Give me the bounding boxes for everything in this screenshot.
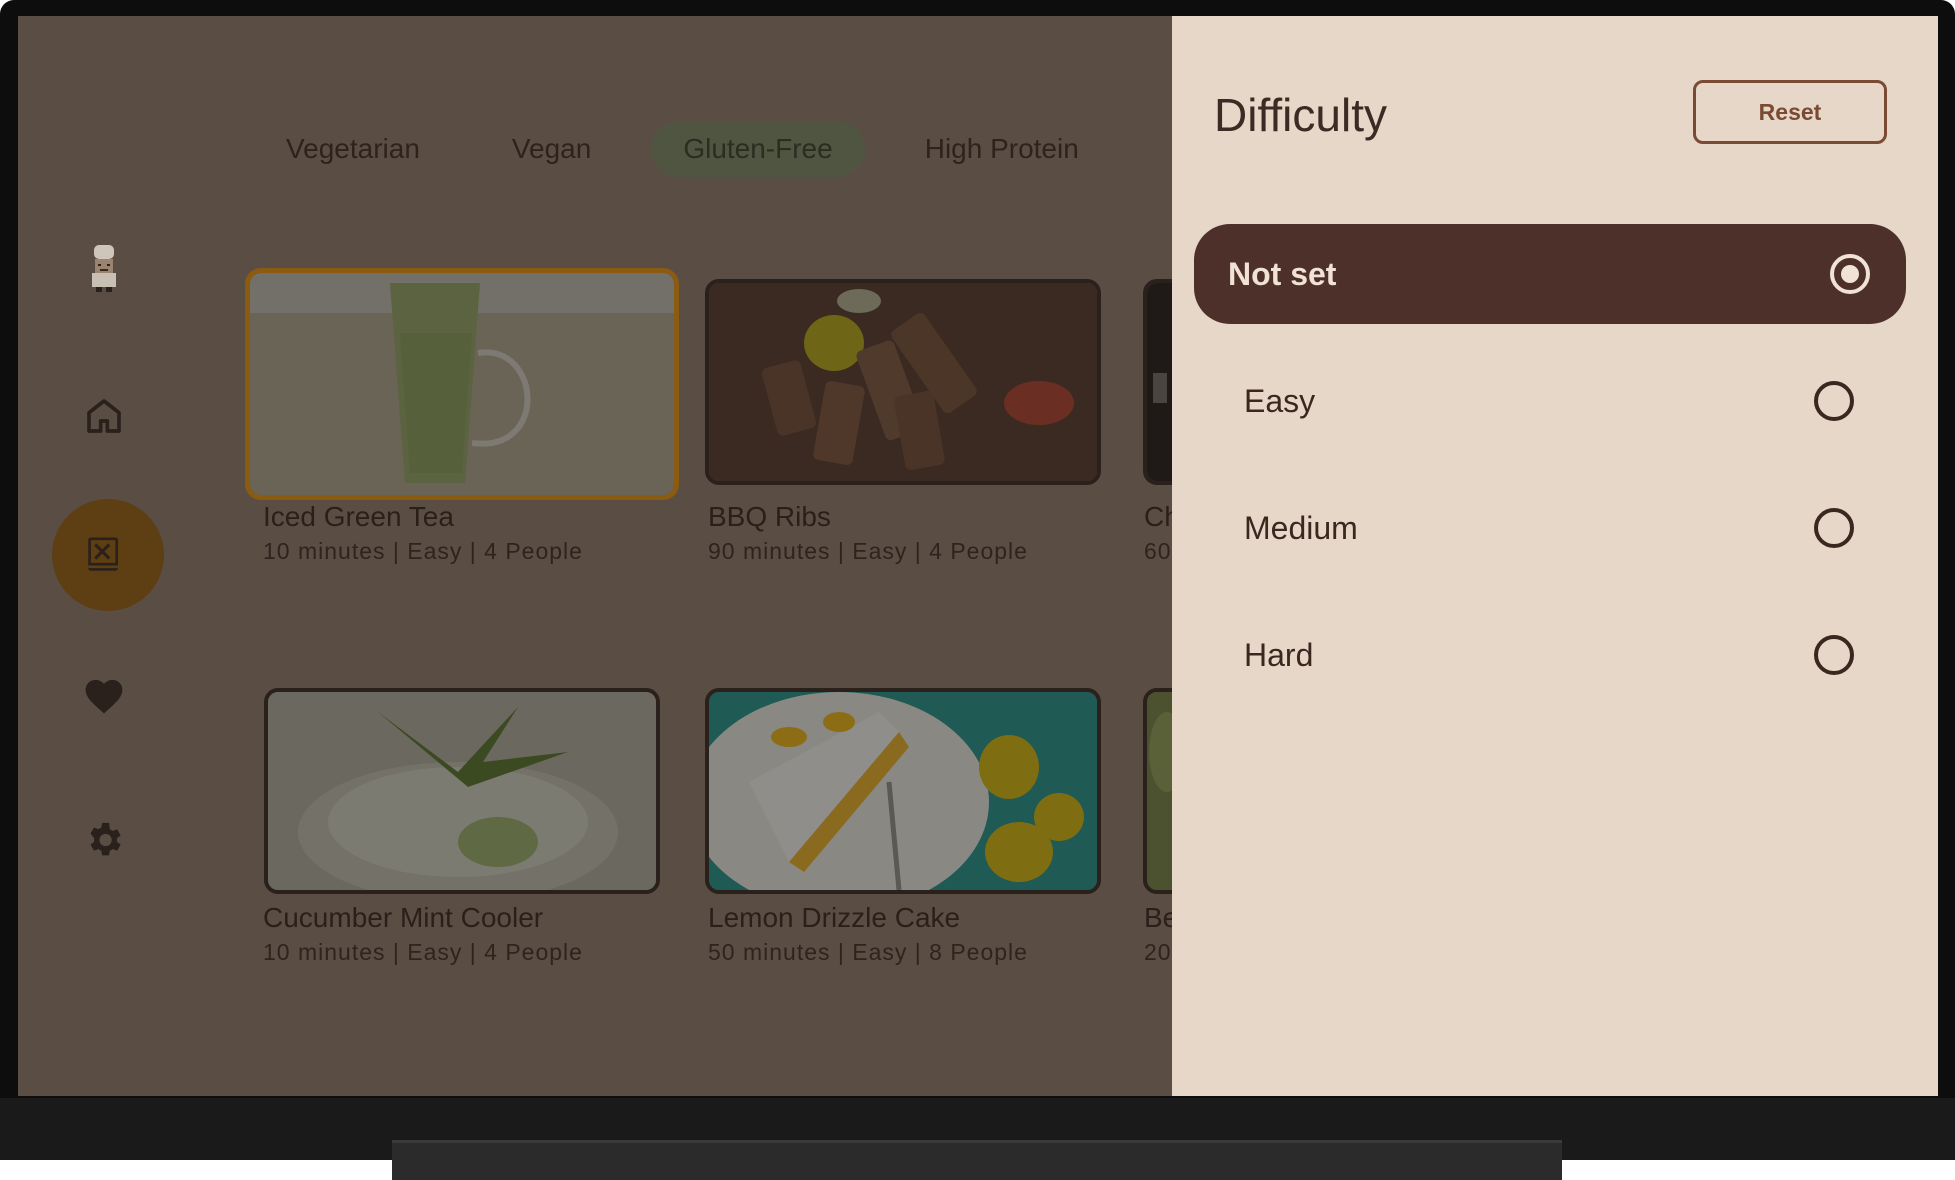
difficulty-option-medium[interactable]: Medium <box>1194 478 1906 578</box>
difficulty-option-easy[interactable]: Easy <box>1194 351 1906 451</box>
recipe-title: BBQ Ribs <box>708 501 831 532</box>
recipe-subtitle: 60 <box>1144 538 1172 564</box>
recipe-card-bbq-ribs[interactable] <box>705 279 1101 485</box>
radio-dot <box>1841 265 1859 283</box>
recipe-book-icon <box>88 537 118 571</box>
nav-favorites[interactable] <box>34 666 174 726</box>
recipe-subtitle: 10 minutes | Easy | 4 People <box>263 538 583 564</box>
option-label: Medium <box>1244 509 1358 546</box>
radio-unselected-icon <box>1814 381 1854 421</box>
tv-screen: Vegetarian Vegan Gluten-Free High Protei… <box>18 16 1938 1096</box>
recipe-subtitle: 90 minutes | Easy | 4 People <box>708 538 1028 564</box>
tv-stand <box>392 1140 1562 1180</box>
recipe-card-cucumber-mint-cooler[interactable] <box>264 688 660 894</box>
chip-gluten-free[interactable]: Gluten-Free <box>651 121 865 177</box>
recipe-subtitle: 10 minutes | Easy | 4 People <box>263 939 583 965</box>
nav-home[interactable] <box>34 386 174 446</box>
option-label: Easy <box>1244 382 1316 419</box>
radio-unselected-icon <box>1814 635 1854 675</box>
gear-icon <box>90 822 121 856</box>
difficulty-drawer: Difficulty Reset Not set Easy Medium Har… <box>1172 16 1938 1096</box>
recipe-subtitle: 20 <box>1144 939 1172 965</box>
recipe-title: Iced Green Tea <box>263 501 454 532</box>
difficulty-option-hard[interactable]: Hard <box>1194 605 1906 705</box>
recipe-title: Lemon Drizzle Cake <box>708 902 961 933</box>
nav-settings[interactable] <box>34 810 174 870</box>
navigation-rail <box>34 16 174 1096</box>
lemon-drizzle-cake-image <box>709 692 1097 890</box>
radio-unselected-icon <box>1814 508 1854 548</box>
iced-green-tea-image <box>250 273 674 495</box>
filter-chip-row: Vegetarian Vegan Gluten-Free High Protei… <box>254 121 1111 177</box>
cucumber-mint-cooler-image <box>268 692 656 890</box>
heart-icon <box>85 679 123 714</box>
chip-high-protein[interactable]: High Protein <box>893 121 1111 177</box>
chip-vegan[interactable]: Vegan <box>480 121 623 177</box>
reset-button[interactable]: Reset <box>1693 80 1887 144</box>
chef-avatar[interactable] <box>34 238 174 298</box>
home-icon <box>87 399 121 433</box>
recipe-card-lemon-drizzle-cake[interactable] <box>705 688 1101 894</box>
difficulty-option-not-set[interactable]: Not set <box>1194 224 1906 324</box>
recipe-card-iced-green-tea[interactable] <box>245 268 679 500</box>
drawer-title: Difficulty <box>1214 89 1387 141</box>
radio-selected-icon <box>1830 254 1870 294</box>
recipe-title: Cucumber Mint Cooler <box>263 902 544 933</box>
option-label: Not set <box>1228 255 1337 292</box>
chef-avatar-icon <box>92 245 116 292</box>
nav-recipes[interactable] <box>34 525 174 585</box>
recipe-subtitle: 50 minutes | Easy | 8 People <box>708 939 1028 965</box>
bbq-ribs-image <box>709 283 1097 481</box>
chip-vegetarian[interactable]: Vegetarian <box>254 121 452 177</box>
option-label: Hard <box>1244 636 1314 673</box>
